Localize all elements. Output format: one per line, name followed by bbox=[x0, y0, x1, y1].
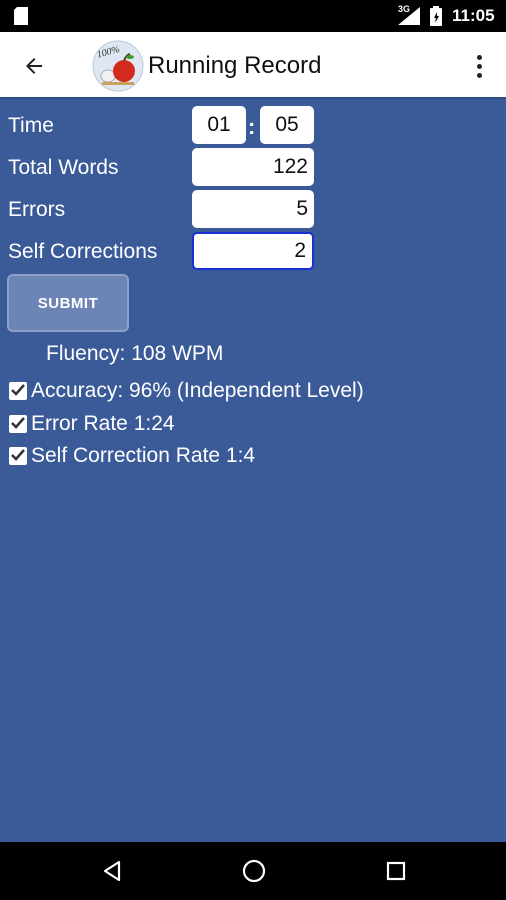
accuracy-row: Accuracy: 96% (Independent Level) bbox=[9, 379, 364, 403]
time-label: Time bbox=[8, 114, 54, 137]
errors-field[interactable] bbox=[192, 190, 314, 228]
battery-icon bbox=[430, 6, 442, 26]
navigation-bar bbox=[0, 842, 506, 900]
error-rate-checkbox[interactable] bbox=[9, 415, 27, 433]
back-button[interactable] bbox=[14, 46, 54, 86]
error-rate-result: Error Rate 1:24 bbox=[31, 412, 175, 435]
status-bar: 3G 11:05 bbox=[0, 0, 506, 32]
self-corrections-field[interactable] bbox=[192, 232, 314, 270]
checkmark-icon bbox=[11, 384, 25, 396]
nav-back-button[interactable] bbox=[97, 856, 127, 886]
self-corrections-label: Self Corrections bbox=[8, 240, 158, 263]
self-correction-rate-row: Self Correction Rate 1:4 bbox=[9, 444, 255, 468]
status-time: 11:05 bbox=[452, 6, 495, 25]
more-vert-icon bbox=[476, 54, 482, 60]
circle-home-icon bbox=[242, 859, 266, 883]
accuracy-checkbox[interactable] bbox=[9, 382, 27, 400]
accuracy-result: Accuracy: 96% (Independent Level) bbox=[31, 379, 364, 402]
nav-home-button[interactable] bbox=[239, 856, 269, 886]
errors-label: Errors bbox=[8, 198, 66, 221]
time-seconds-field[interactable] bbox=[260, 106, 314, 144]
error-rate-row: Error Rate 1:24 bbox=[9, 412, 175, 436]
self-correction-rate-result: Self Correction Rate 1:4 bbox=[31, 444, 256, 467]
submit-button[interactable]: SUBMIT bbox=[7, 274, 129, 332]
time-minutes-field[interactable] bbox=[192, 106, 246, 144]
checkmark-icon bbox=[11, 449, 25, 461]
overflow-menu-button[interactable] bbox=[464, 46, 494, 86]
back-arrow-icon bbox=[26, 58, 42, 74]
fluency-result: Fluency: 108 WPM bbox=[46, 342, 224, 365]
nav-recents-button[interactable] bbox=[381, 856, 411, 886]
page-title: Running Record bbox=[148, 52, 322, 79]
app-logo-icon: 100% bbox=[92, 40, 144, 92]
checkmark-icon bbox=[11, 417, 25, 429]
sd-card-icon bbox=[14, 7, 28, 25]
triangle-back-icon bbox=[103, 860, 121, 882]
app-bar: 100% Running Record bbox=[0, 32, 506, 99]
total-words-label: Total Words bbox=[8, 156, 119, 179]
self-correction-rate-checkbox[interactable] bbox=[9, 447, 27, 465]
total-words-field[interactable] bbox=[192, 148, 314, 186]
time-separator: : bbox=[248, 114, 256, 139]
square-recents-icon bbox=[386, 861, 406, 881]
signal-icon bbox=[398, 7, 420, 25]
